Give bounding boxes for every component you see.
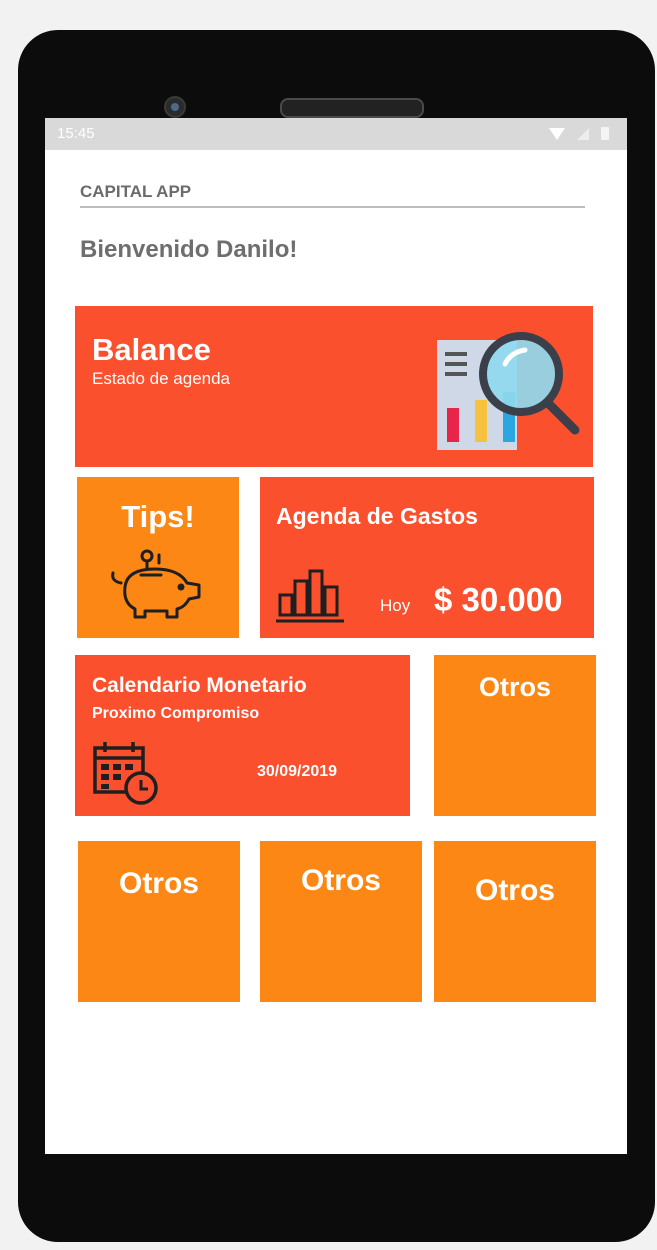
agenda-gastos-tile[interactable]: Agenda de Gastos Hoy $ 30.000 <box>260 477 594 638</box>
signal-icon <box>577 127 589 140</box>
otros-label: Otros <box>118 867 199 900</box>
otros-tile-4[interactable]: Otros <box>434 841 596 1002</box>
status-time: 15:45 <box>57 125 95 142</box>
otros-label: Otros <box>300 864 381 897</box>
otros-label: Otros <box>474 874 555 907</box>
calendario-title: Calendario Monetario <box>92 674 307 697</box>
bar-chart-icon <box>276 569 344 623</box>
tips-tile[interactable]: Tips! <box>77 477 239 638</box>
balance-title: Balance <box>92 332 211 367</box>
calendario-date: 30/09/2019 <box>257 763 338 780</box>
gastos-hoy-label: Hoy <box>380 596 411 615</box>
piggy-bank-icon <box>111 549 201 619</box>
calendario-subtitle: Proximo Compromiso <box>92 705 260 722</box>
gastos-title: Agenda de Gastos <box>276 503 478 529</box>
report-magnifier-icon <box>437 332 580 450</box>
status-icons <box>549 127 609 140</box>
gastos-amount: $ 30.000 <box>434 581 563 618</box>
tips-title: Tips! <box>121 499 195 534</box>
calendario-monetario-tile[interactable]: Calendario Monetario Proximo Compromiso … <box>75 655 410 816</box>
wifi-icon <box>549 127 565 140</box>
welcome-message: Bienvenido Danilo! <box>80 236 298 263</box>
battery-icon <box>601 127 609 140</box>
app-title: CAPITAL APP <box>80 182 585 208</box>
status-bar: 15:45 <box>45 118 627 150</box>
calendar-clock-icon <box>93 742 158 805</box>
balance-tile[interactable]: Balance Estado de agenda <box>75 306 593 467</box>
otros-tile-3[interactable]: Otros <box>260 841 422 1002</box>
otros-tile-2[interactable]: Otros <box>78 841 240 1002</box>
speaker-grille <box>280 98 424 118</box>
otros-label: Otros <box>478 672 551 702</box>
otros-tile-1[interactable]: Otros <box>434 655 596 816</box>
app-screen: 15:45 CAPITAL APP Bienvenido Danilo! Bal… <box>45 118 627 1154</box>
camera-icon <box>164 96 186 118</box>
balance-subtitle: Estado de agenda <box>92 369 231 388</box>
